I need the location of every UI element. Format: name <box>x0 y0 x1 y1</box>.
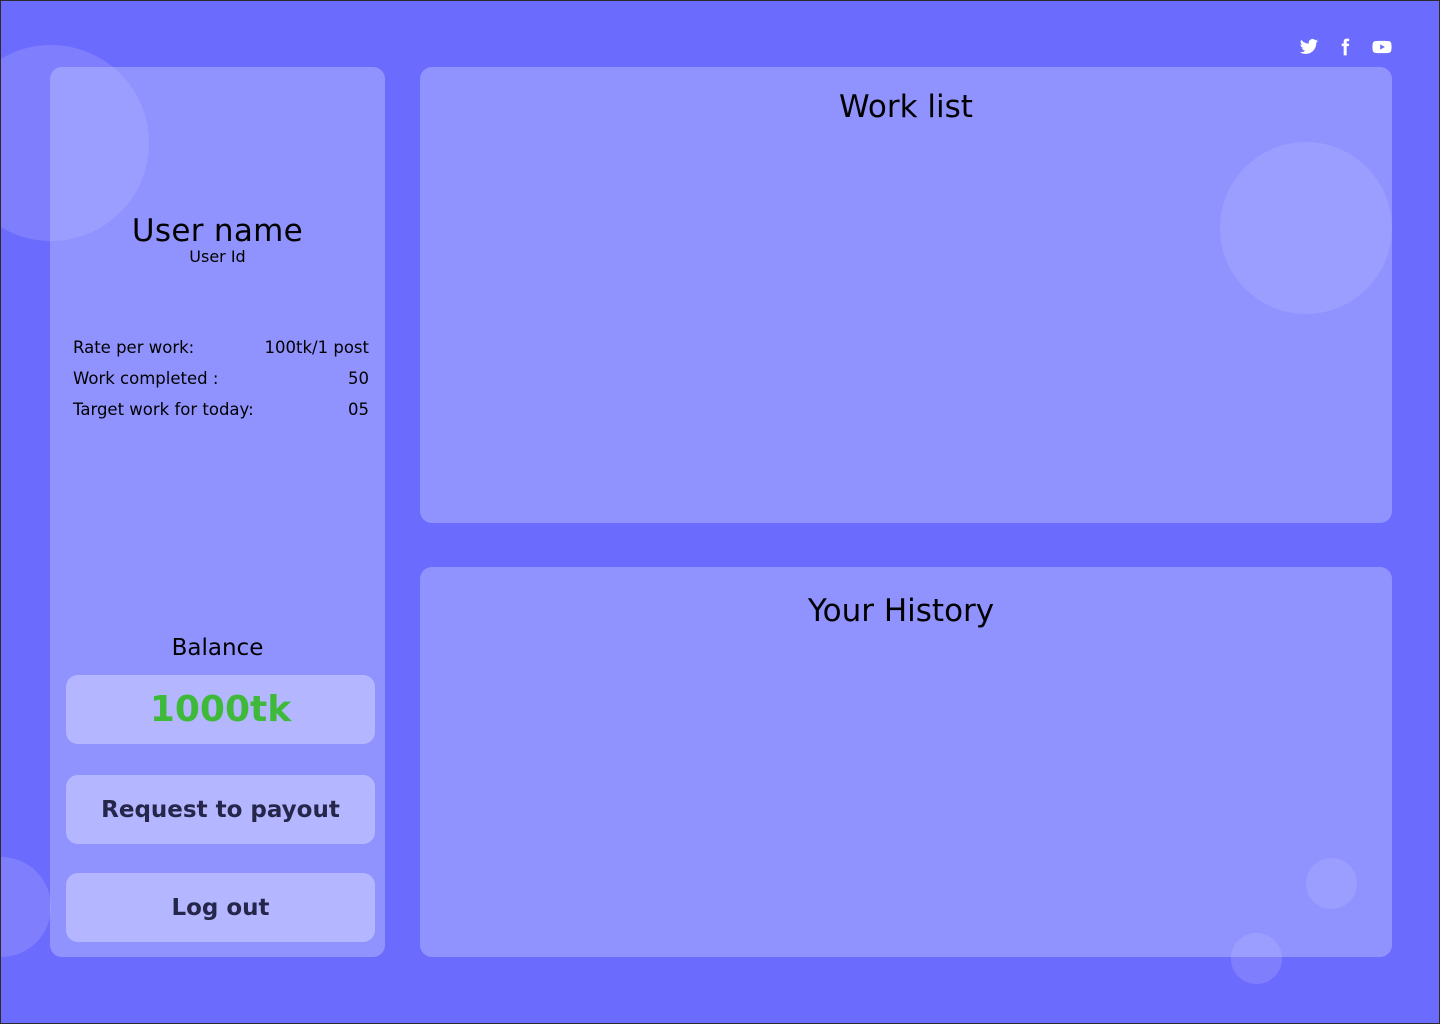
logout-button[interactable]: Log out <box>66 873 375 942</box>
request-payout-button[interactable]: Request to payout <box>66 775 375 844</box>
decor-circle <box>1 857 51 957</box>
user-id: User Id <box>189 247 246 266</box>
stat-value: 100tk/1 post <box>264 338 369 357</box>
stat-label: Work completed : <box>73 369 219 388</box>
stat-value: 50 <box>348 369 369 388</box>
balance-value: 1000tk <box>149 689 292 730</box>
profile-panel: User name User Id Rate per work: 100tk/1… <box>50 67 385 957</box>
stat-row-target: Target work for today: 05 <box>73 394 369 425</box>
stat-row-rate: Rate per work: 100tk/1 post <box>73 332 369 363</box>
user-name: User name <box>131 213 304 249</box>
work-list-panel: Work list <box>420 67 1392 523</box>
stat-value: 05 <box>348 400 369 419</box>
request-payout-label: Request to payout <box>101 796 340 823</box>
facebook-icon[interactable] <box>1335 37 1355 57</box>
balance-label: Balance <box>171 635 264 661</box>
history-panel: Your History <box>420 567 1392 957</box>
stat-label: Rate per work: <box>73 338 195 357</box>
twitter-icon[interactable] <box>1299 37 1319 57</box>
history-title: Your History <box>807 593 995 629</box>
work-list-title: Work list <box>839 89 973 125</box>
stats-list: Rate per work: 100tk/1 post Work complet… <box>73 332 369 425</box>
logout-label: Log out <box>171 894 270 921</box>
stat-label: Target work for today: <box>73 400 254 419</box>
balance-display: 1000tk <box>66 675 375 744</box>
stat-row-completed: Work completed : 50 <box>73 363 369 394</box>
dashboard-page: User name User Id Rate per work: 100tk/1… <box>0 0 1440 1024</box>
youtube-icon[interactable] <box>1371 37 1393 57</box>
social-links <box>1299 37 1393 57</box>
